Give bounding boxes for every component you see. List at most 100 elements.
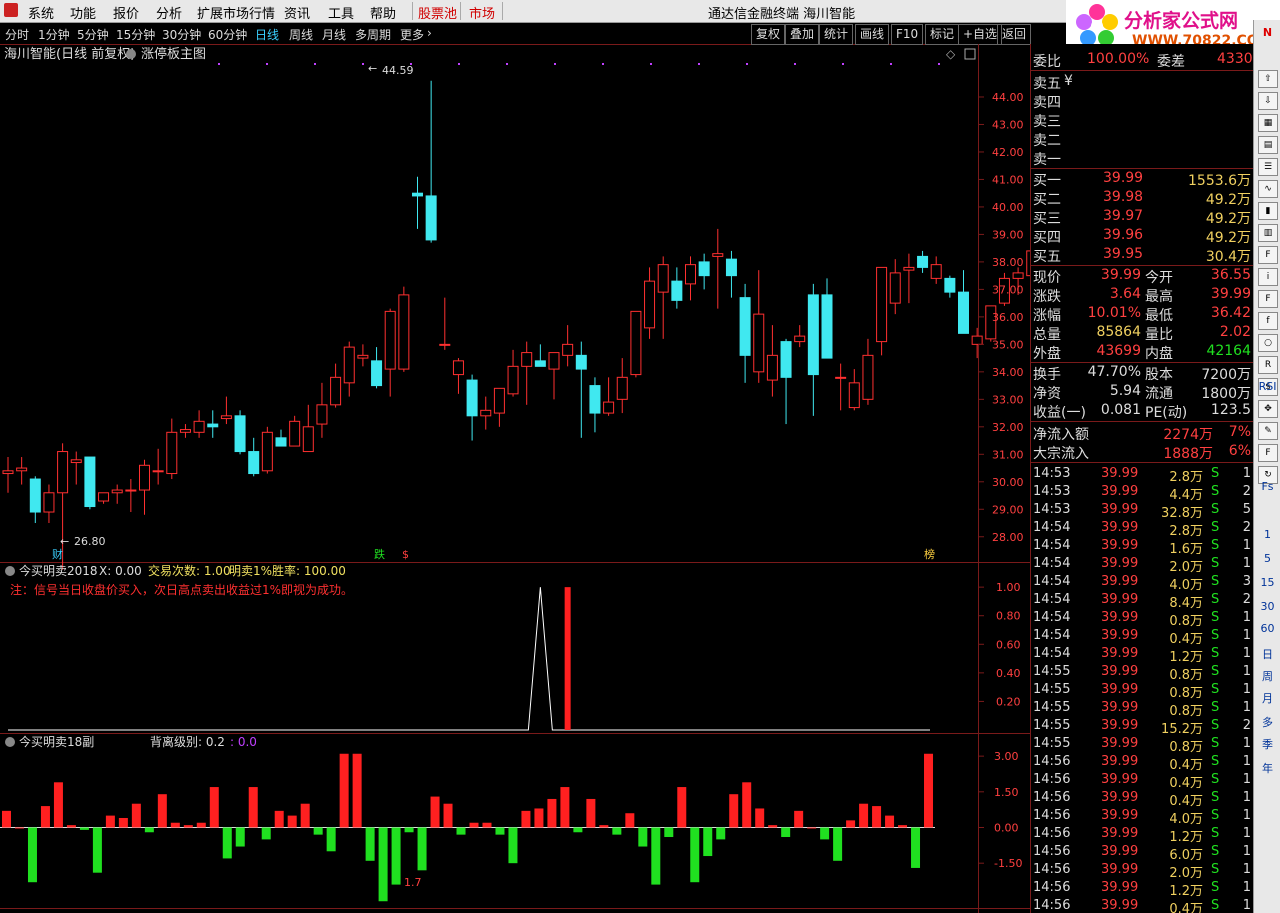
kline-icon[interactable]: ▮ [1258, 202, 1278, 220]
toolbar-period-10[interactable]: 月 [1254, 690, 1280, 706]
indicator1-name[interactable]: 今买明卖2018 [19, 563, 98, 578]
menu-system[interactable]: 系统 [28, 3, 54, 22]
up-arrow-icon[interactable]: ⇧ [1258, 70, 1278, 88]
period-more[interactable]: 更多 [400, 26, 424, 43]
logo-title: 分析家公式网 [1124, 10, 1239, 32]
period-15min[interactable]: 15分钟 [116, 26, 155, 43]
menu-help[interactable]: 帮助 [370, 3, 396, 22]
menu-analysis[interactable]: 分析 [156, 3, 182, 22]
rsi-icon[interactable]: R [1258, 356, 1278, 374]
circle-icon[interactable]: ○ [1258, 334, 1278, 352]
menu-function[interactable]: 功能 [70, 3, 96, 22]
marker-finance[interactable]: 财 [52, 547, 63, 561]
ind2-bar [27, 827, 37, 883]
table-icon[interactable]: ▤ [1258, 136, 1278, 154]
candle-body [316, 404, 328, 425]
toolbar-period-2[interactable]: Fs [1254, 480, 1280, 493]
period-monthly[interactable]: 月线 [322, 26, 346, 43]
tick-volume: 4.0万 [1169, 812, 1203, 827]
toolbar-period-6[interactable]: 30 [1254, 600, 1280, 613]
list-icon[interactable]: ☰ [1258, 158, 1278, 176]
bid-label: 买三 [1033, 211, 1061, 227]
period-weekly[interactable]: 周线 [289, 26, 313, 43]
f10s-icon[interactable]: f [1258, 312, 1278, 330]
tick-time: 14:56 [1033, 862, 1071, 877]
tick-side: S [1211, 844, 1220, 859]
candle-body [16, 467, 28, 472]
chart-icon[interactable]: ▦ [1258, 114, 1278, 132]
tick-time: 14:54 [1033, 592, 1071, 607]
btn-fuquan[interactable]: 复权 [751, 24, 786, 45]
indicator2-name[interactable]: 今买明卖18副 [19, 734, 94, 749]
marker-drop[interactable]: 跌 [374, 547, 385, 561]
sell2-label: 卖二 [1033, 133, 1061, 149]
period-fenshi[interactable]: 分时 [5, 26, 29, 43]
candle-body [371, 360, 383, 387]
ind1-tick-label: 0.40 [996, 667, 1021, 680]
toolbar-period-8[interactable]: 日 [1254, 646, 1280, 662]
tick-side: S [1211, 808, 1220, 823]
period-1min[interactable]: 1分钟 [38, 26, 70, 43]
window-toggle-icon[interactable] [964, 48, 976, 60]
btn-mark[interactable]: 标记 [925, 24, 960, 45]
toolbar-period-0[interactable]: N [1254, 26, 1280, 39]
down-arrow-icon[interactable]: ⇩ [1258, 92, 1278, 110]
btn-add-favorite[interactable]: +自选 [958, 24, 1003, 45]
btn-overlay[interactable]: 叠加 [785, 24, 820, 45]
period-60min[interactable]: 60分钟 [208, 26, 247, 43]
bid-price: 39.98 [1103, 189, 1144, 205]
btn-f10[interactable]: F10 [891, 24, 924, 45]
stat-label: 现价 [1033, 270, 1061, 286]
toolbar-period-4[interactable]: 5 [1254, 552, 1280, 565]
period-30min[interactable]: 30分钟 [162, 26, 201, 43]
diamond-icon[interactable]: ◇ [946, 47, 956, 61]
marker-dollar[interactable]: $ [402, 548, 409, 561]
chart-area[interactable]: 海川智能(日线 前复权) 涨停板主图 ◇ 44.00 43.00 42.00 41.0… [0, 44, 1030, 913]
period-daily[interactable]: 日线 [255, 26, 279, 43]
template-dropdown-icon[interactable] [126, 49, 136, 59]
btn-stats[interactable]: 统计 [819, 24, 854, 45]
signal-dot [746, 63, 748, 65]
toolbar-period-5[interactable]: 15 [1254, 576, 1280, 589]
stat-label: 最低 [1145, 308, 1173, 324]
menu-tools[interactable]: 工具 [328, 3, 354, 22]
toolbar-period-3[interactable]: 1 [1254, 528, 1280, 541]
flow-label: 净流入额 [1033, 427, 1089, 443]
ind2-bar [482, 822, 492, 828]
period-5min[interactable]: 5分钟 [77, 26, 109, 43]
fs-icon[interactable]: F [1258, 444, 1278, 462]
f10-icon[interactable]: F [1258, 246, 1278, 264]
template-name[interactable]: 涨停板主图 [141, 46, 206, 62]
info-icon[interactable]: i [1258, 268, 1278, 286]
period-multi[interactable]: 多周期 [355, 26, 391, 43]
toolbar-period-9[interactable]: 周 [1254, 668, 1280, 684]
tick-count: 5 [1242, 502, 1251, 517]
menu-stock-pool[interactable]: 股票池 [418, 3, 457, 22]
fiz-icon[interactable]: F [1258, 290, 1278, 308]
toolbar-period-7[interactable]: 60 [1254, 622, 1280, 635]
ind2-tick-label: 3.00 [994, 750, 1019, 763]
flow-percent: 7% [1228, 424, 1251, 440]
marker-rank[interactable]: 榜 [924, 547, 935, 561]
indicator2-menu-icon[interactable] [5, 737, 15, 747]
indicator1-x: X: 0.00 [99, 564, 142, 578]
line-chart-icon[interactable]: ∿ [1258, 180, 1278, 198]
menu-news[interactable]: 资讯 [284, 3, 310, 22]
menu-market[interactable]: 市场 [469, 3, 495, 22]
tick-count: 1 [1242, 610, 1251, 625]
move-icon[interactable]: ✥ [1258, 400, 1278, 418]
pen-icon[interactable]: ✎ [1258, 422, 1278, 440]
toolbar-period-1[interactable]: RSI [1254, 380, 1280, 393]
btn-back[interactable]: 返回 [997, 24, 1032, 45]
indicator1-menu-icon[interactable] [5, 566, 15, 576]
chevron-right-icon[interactable]: › [427, 26, 432, 40]
window-title: 通达信金融终端 海川智能 [708, 7, 856, 22]
toolbar-period-13[interactable]: 年 [1254, 760, 1280, 776]
menu-extended-market[interactable]: 扩展市场行情 [197, 3, 275, 22]
toolbar-period-12[interactable]: 季 [1254, 736, 1280, 752]
menu-quote[interactable]: 报价 [113, 3, 139, 22]
indicator1-plot: 1.00 0.80 0.60 0.40 0.20 [8, 581, 1021, 731]
toolbar-period-11[interactable]: 多 [1254, 714, 1280, 730]
btn-draw[interactable]: 画线 [855, 24, 890, 45]
grid-icon[interactable]: ▥ [1258, 224, 1278, 242]
